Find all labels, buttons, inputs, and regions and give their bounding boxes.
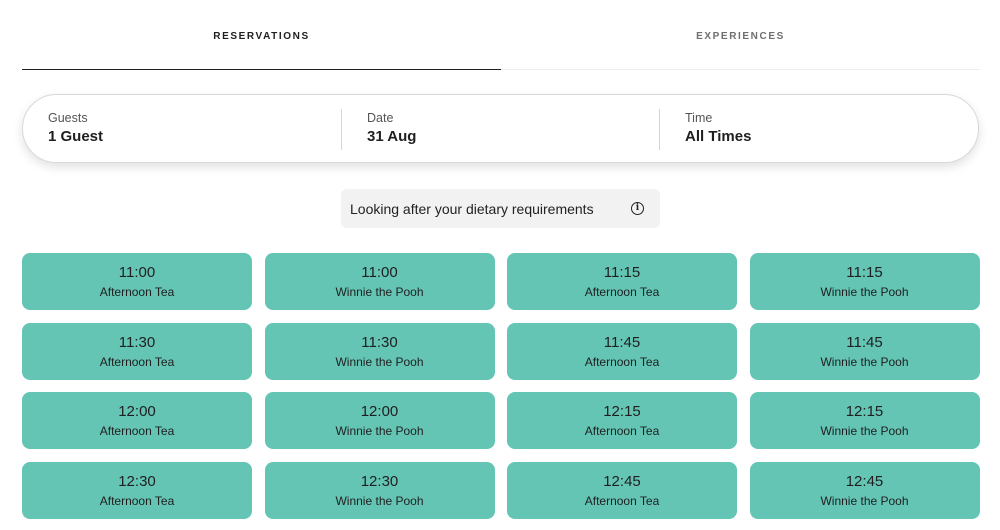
time-slot-button[interactable]: 11:30 Winnie the Pooh: [264, 322, 495, 380]
filter-divider: [341, 109, 342, 150]
time-slot-button[interactable]: 12:00 Afternoon Tea: [22, 392, 252, 449]
time-slot-button[interactable]: 12:45 Afternoon Tea: [507, 461, 737, 519]
slot-experience-name: Winnie the Pooh: [820, 424, 909, 438]
guests-label: Guests: [48, 111, 88, 125]
slot-experience-name: Winnie the Pooh: [335, 354, 424, 369]
time-slot-button[interactable]: 11:45 Afternoon Tea: [507, 322, 737, 380]
slot-time: 12:15: [603, 403, 641, 420]
slot-time: 12:00: [118, 403, 156, 420]
time-slot-button[interactable]: 12:00 Winnie the Pooh: [264, 392, 495, 449]
slot-experience-name: Afternoon Tea: [99, 424, 175, 438]
time-slot-button[interactable]: 11:15 Winnie the Pooh: [749, 253, 980, 310]
slot-experience-name: Winnie the Pooh: [335, 285, 424, 299]
slot-time: 11:15: [846, 264, 883, 281]
slot-time: 11:15: [603, 264, 641, 281]
slot-experience-name: Afternoon Tea: [584, 493, 660, 508]
dietary-requirements-text: Looking after your dietary requirements: [350, 200, 594, 217]
slot-experience-name: Afternoon Tea: [584, 354, 660, 369]
time-slot-button[interactable]: 11:00 Afternoon Tea: [22, 253, 252, 310]
slot-experience-name: Afternoon Tea: [584, 424, 660, 438]
slot-experience-name: Afternoon Tea: [99, 354, 175, 369]
slot-time: 12:30: [360, 472, 399, 490]
slot-experience-name: Afternoon Tea: [99, 493, 175, 508]
slot-time: 11:45: [846, 333, 883, 351]
slot-experience-name: Afternoon Tea: [584, 285, 660, 299]
slot-time: 12:00: [360, 403, 399, 420]
time-slot-button[interactable]: 11:00 Winnie the Pooh: [264, 253, 495, 310]
tab-reservations-label: RESERVATIONS: [213, 31, 310, 42]
time-slot-button[interactable]: 11:30 Afternoon Tea: [22, 322, 252, 380]
slot-time: 12:45: [603, 472, 641, 490]
time-label: Time: [685, 111, 713, 125]
time-slot-button[interactable]: 12:15 Afternoon Tea: [507, 392, 737, 449]
tab-experiences[interactable]: EXPERIENCES: [501, 0, 980, 70]
filter-divider: [659, 109, 660, 150]
tab-experiences-label: EXPERIENCES: [696, 31, 785, 42]
slot-time: 11:30: [118, 333, 156, 351]
time-slot-button[interactable]: 12:15 Winnie the Pooh: [749, 392, 980, 449]
guests-value: 1 Guest: [48, 128, 104, 145]
slot-time: 11:30: [361, 333, 398, 351]
time-slot-button[interactable]: 12:45 Winnie the Pooh: [749, 461, 980, 519]
slot-experience-name: Winnie the Pooh: [820, 354, 909, 369]
date-label: Date: [367, 111, 394, 125]
dietary-requirements-button[interactable]: Looking after your dietary requirements …: [341, 189, 660, 228]
slot-experience-name: Afternoon Tea: [99, 285, 175, 299]
slot-experience-name: Winnie the Pooh: [820, 285, 909, 299]
slot-experience-name: Winnie the Pooh: [335, 493, 424, 508]
slot-time: 11:00: [118, 264, 156, 281]
tab-reservations[interactable]: RESERVATIONS: [22, 0, 501, 70]
tab-bar: RESERVATIONS EXPERIENCES: [22, 0, 980, 70]
slot-experience-name: Winnie the Pooh: [335, 424, 424, 438]
slot-time: 12:15: [845, 403, 884, 420]
date-value: 31 Aug: [367, 128, 417, 145]
booking-filter-bar: Guests 1 Guest Date 31 Aug Time All Time…: [22, 94, 979, 163]
info-icon[interactable]: i: [631, 202, 644, 215]
time-slot-button[interactable]: 11:15 Afternoon Tea: [507, 253, 737, 310]
time-selector[interactable]: Time All Times: [685, 95, 955, 164]
guests-selector[interactable]: Guests 1 Guest: [48, 95, 338, 164]
time-slot-button[interactable]: 11:45 Winnie the Pooh: [749, 322, 980, 380]
time-value: All Times: [685, 128, 752, 145]
time-slot-grid: 11:00 Afternoon Tea 11:00 Winnie the Pooh 11…: [22, 253, 980, 519]
slot-experience-name: Winnie the Pooh: [820, 493, 909, 508]
slot-time: 11:00: [361, 264, 398, 281]
slot-time: 12:30: [118, 472, 156, 490]
slot-time: 11:45: [603, 333, 641, 351]
slot-time: 12:45: [845, 472, 884, 490]
date-selector[interactable]: Date 31 Aug: [367, 95, 657, 164]
time-slot-button[interactable]: 12:30 Winnie the Pooh: [264, 461, 495, 519]
time-slot-button[interactable]: 12:30 Afternoon Tea: [22, 461, 252, 519]
